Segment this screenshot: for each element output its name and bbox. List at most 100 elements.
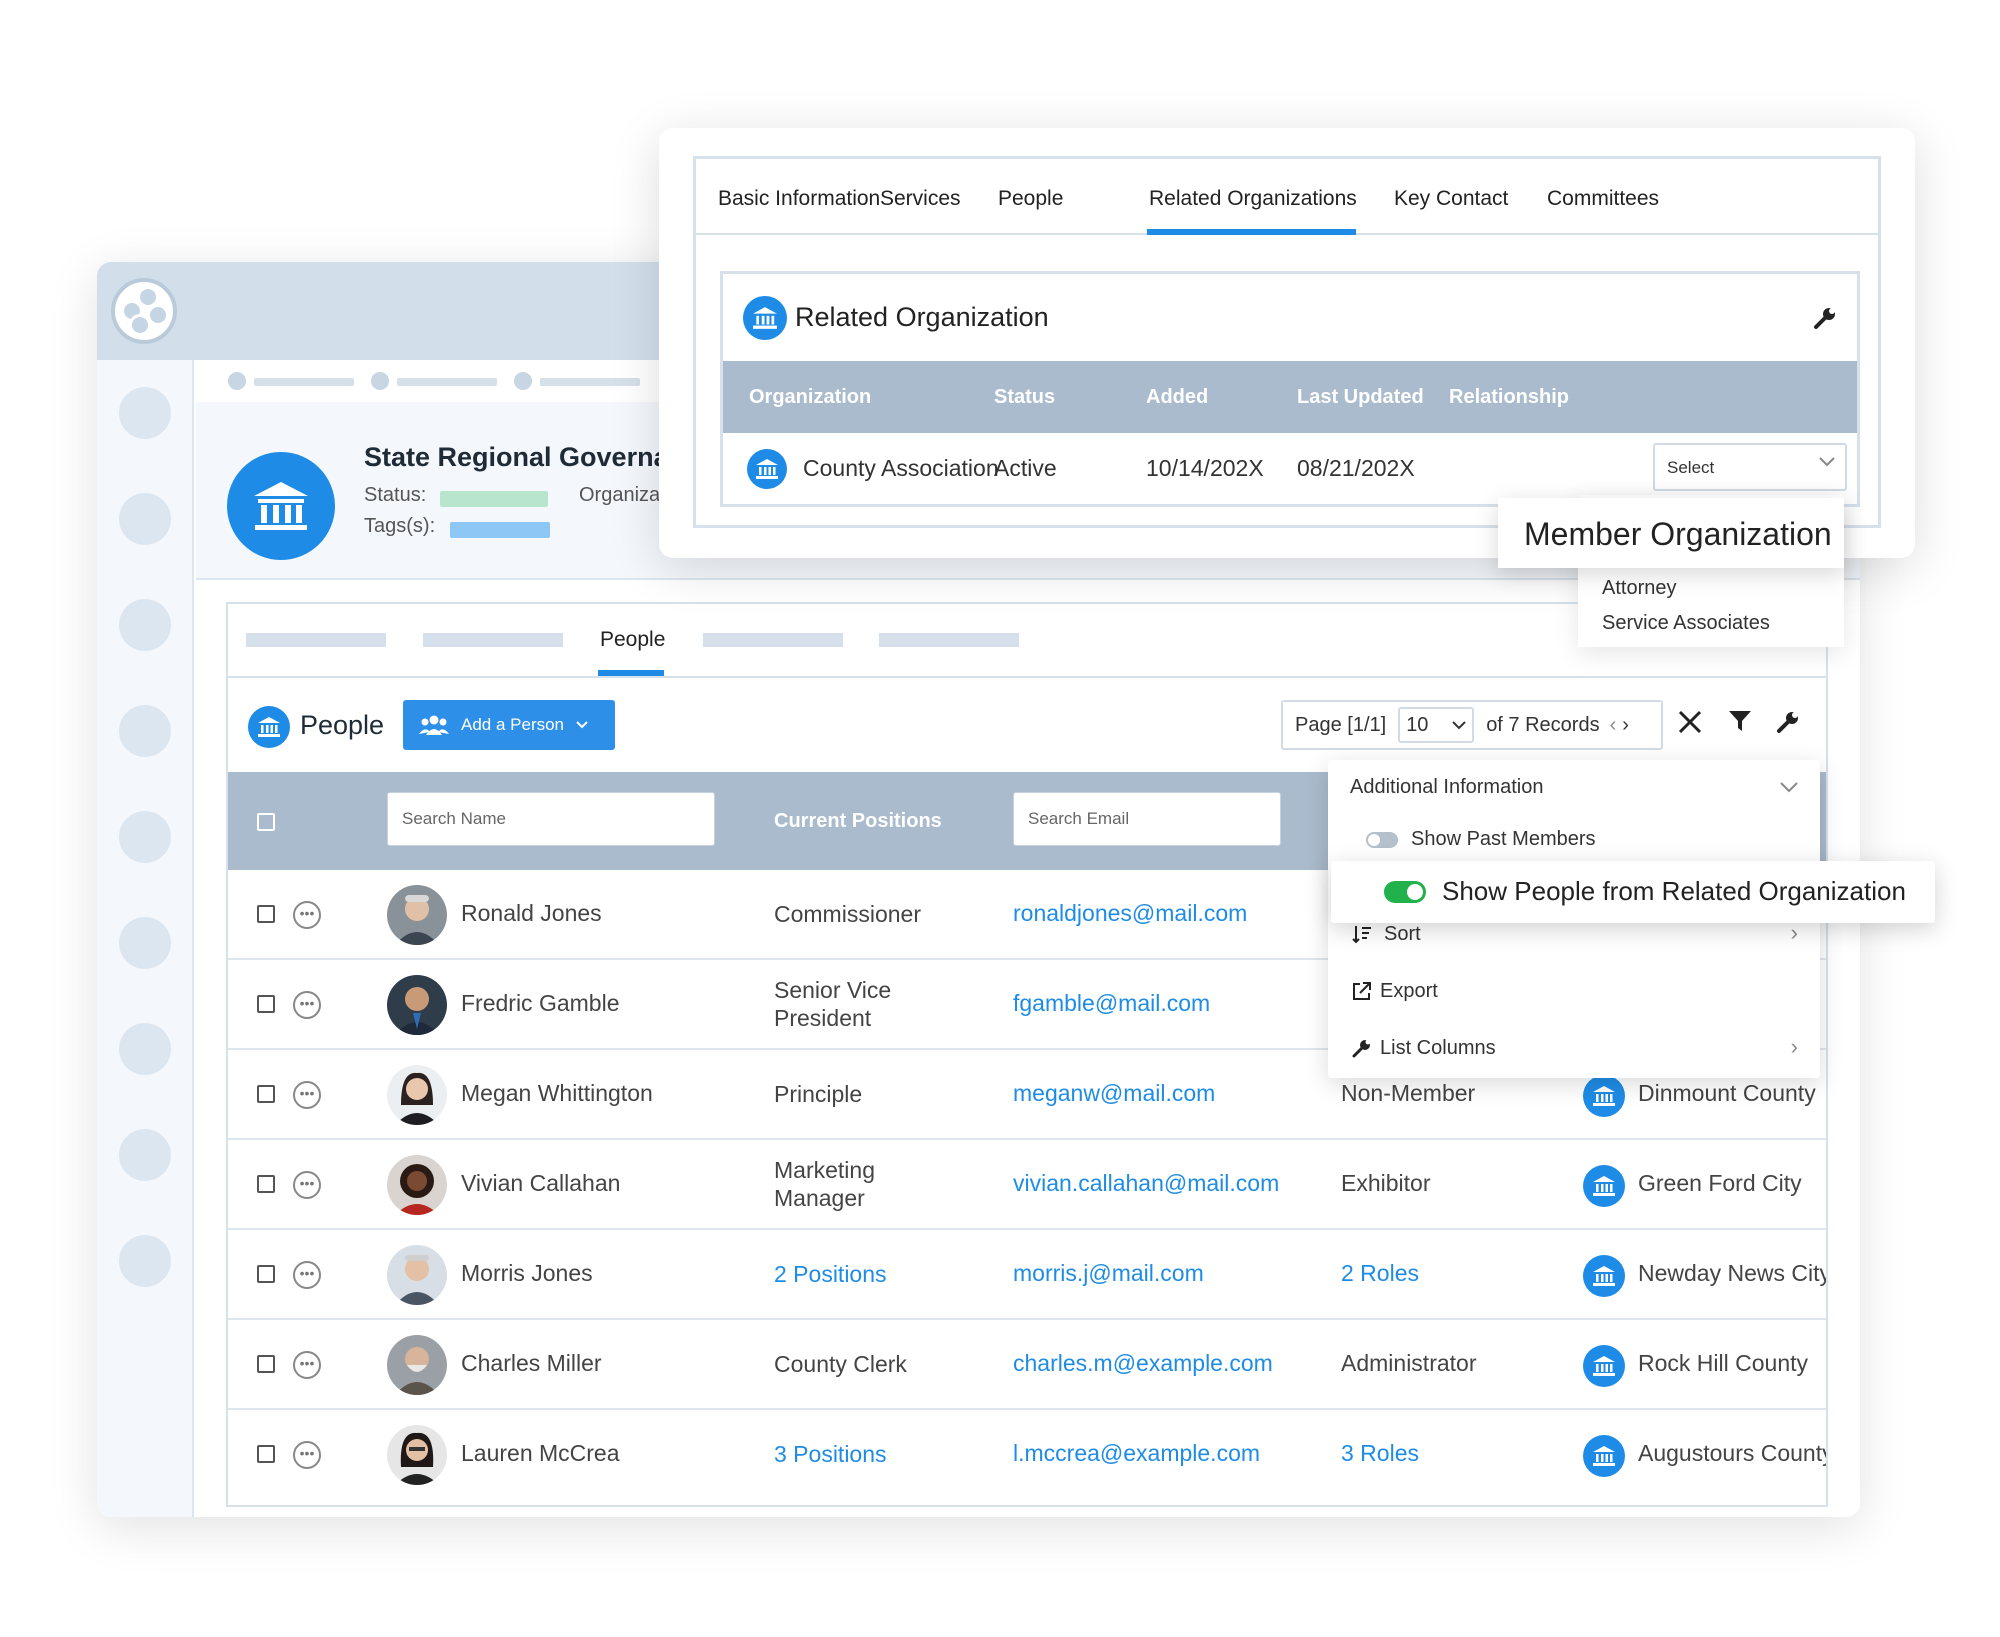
person-email-link[interactable]: ronaldjones@mail.com xyxy=(1013,900,1247,927)
tab-related-organizations[interactable]: Related Organizations xyxy=(1149,187,1357,211)
row-checkbox[interactable] xyxy=(257,1355,275,1373)
show-past-members-label: Show Past Members xyxy=(1411,828,1596,850)
tab-placeholder[interactable] xyxy=(703,633,843,647)
row-checkbox[interactable] xyxy=(257,1445,275,1463)
relationship-option[interactable]: Service Associates xyxy=(1602,612,1770,635)
person-email-link[interactable]: vivian.callahan@mail.com xyxy=(1013,1170,1279,1197)
chevron-right-icon: › xyxy=(1790,1034,1798,1059)
person-name: Vivian Callahan xyxy=(461,1170,621,1196)
institution-icon xyxy=(747,449,787,489)
app-logo-icon[interactable] xyxy=(111,278,177,344)
page-size-value: 10 xyxy=(1406,713,1429,736)
filter-icon[interactable] xyxy=(1728,710,1752,732)
wrench-icon[interactable] xyxy=(1776,710,1800,734)
wrench-icon[interactable] xyxy=(1813,306,1837,330)
person-position: County Clerk xyxy=(774,1351,907,1377)
person-position: Marketing Manager xyxy=(774,1157,875,1211)
relationship-option-highlighted[interactable]: Member Organization xyxy=(1498,498,1844,568)
roles-link[interactable]: 2 Roles xyxy=(1341,1260,1419,1287)
tab-placeholder[interactable] xyxy=(879,633,1019,647)
more-options-icon[interactable]: ••• xyxy=(293,1081,321,1109)
avatar xyxy=(387,1155,447,1215)
add-person-label: Add a Person xyxy=(461,715,565,734)
relationship-option[interactable]: Attorney xyxy=(1602,577,1676,600)
col-organization: Organization xyxy=(749,386,872,408)
institution-icon xyxy=(248,706,290,748)
table-row[interactable]: ••• Lauren McCrea 3 Positions l.mccrea@e… xyxy=(228,1410,1826,1500)
close-x-icon[interactable] xyxy=(1678,710,1702,734)
positions-link[interactable]: 2 Positions xyxy=(774,1260,887,1288)
add-person-button[interactable]: Add a Person xyxy=(403,700,615,750)
tab-people[interactable]: People xyxy=(600,628,665,652)
select-all-checkbox[interactable] xyxy=(257,813,275,831)
avatar xyxy=(387,1065,447,1125)
related-org-status: Active xyxy=(994,455,1057,481)
tab-placeholder[interactable] xyxy=(246,633,386,647)
related-org-toggle-row[interactable]: Show People from Related Organization xyxy=(1331,861,1935,923)
search-name-input[interactable]: Search Name xyxy=(387,792,715,846)
person-email-link[interactable]: charles.m@example.com xyxy=(1013,1350,1273,1377)
chevron-down-icon[interactable] xyxy=(1780,782,1798,793)
sidebar-nav-icon[interactable] xyxy=(119,705,171,757)
tab-placeholder[interactable] xyxy=(423,633,563,647)
show-past-members-toggle[interactable] xyxy=(1366,832,1398,848)
sidebar-nav-icon[interactable] xyxy=(119,493,171,545)
row-checkbox[interactable] xyxy=(257,995,275,1013)
person-name: Megan Whittington xyxy=(461,1080,653,1106)
table-row[interactable]: ••• Charles Miller County Clerk charles.… xyxy=(228,1320,1826,1410)
person-email-link[interactable]: l.mccrea@example.com xyxy=(1013,1440,1260,1467)
sort-icon xyxy=(1352,926,1371,944)
more-options-icon[interactable]: ••• xyxy=(293,1171,321,1199)
export-item[interactable]: Export xyxy=(1380,980,1438,1003)
more-options-icon[interactable]: ••• xyxy=(293,1261,321,1289)
list-columns-item[interactable]: List Columns xyxy=(1380,1037,1496,1060)
tab-basic-information[interactable]: Basic Information xyxy=(718,187,880,211)
org-name: State Regional Governa xyxy=(364,442,669,472)
tab-key-contact[interactable]: Key Contact xyxy=(1394,187,1508,211)
page-size-select[interactable]: 10 xyxy=(1398,707,1475,743)
next-page-icon[interactable]: › xyxy=(1622,714,1629,737)
table-row[interactable]: ••• Vivian Callahan Marketing Manager viv… xyxy=(228,1140,1826,1230)
more-options-icon[interactable]: ••• xyxy=(293,901,321,929)
more-options-icon[interactable]: ••• xyxy=(293,1441,321,1469)
positions-link[interactable]: 3 Positions xyxy=(774,1440,887,1468)
sidebar-nav-icon[interactable] xyxy=(119,1235,171,1287)
positions-header: Current Positions xyxy=(774,810,942,832)
row-checkbox[interactable] xyxy=(257,1175,275,1193)
additional-info-item[interactable]: Additional Information xyxy=(1350,776,1543,799)
row-checkbox[interactable] xyxy=(257,905,275,923)
col-relationship: Relationship xyxy=(1449,386,1570,408)
person-name: Fredric Gamble xyxy=(461,990,620,1016)
institution-icon xyxy=(1583,1255,1625,1297)
row-checkbox[interactable] xyxy=(257,1265,275,1283)
sidebar-nav-icon[interactable] xyxy=(119,387,171,439)
person-organization: Newday News City xyxy=(1638,1260,1826,1286)
institution-icon xyxy=(1583,1345,1625,1387)
sidebar-nav-icon[interactable] xyxy=(119,599,171,651)
table-row[interactable]: ••• Morris Jones 2 Positions morris.j@ma… xyxy=(228,1230,1826,1320)
row-checkbox[interactable] xyxy=(257,1085,275,1103)
tab-people[interactable]: People xyxy=(998,187,1063,211)
sidebar-nav-icon[interactable] xyxy=(119,917,171,969)
tab-services[interactable]: Services xyxy=(880,187,961,211)
tab-committees[interactable]: Committees xyxy=(1547,187,1659,211)
avatar xyxy=(387,885,447,945)
person-email-link[interactable]: fgamble@mail.com xyxy=(1013,990,1210,1017)
relationship-select[interactable]: Select xyxy=(1653,443,1847,491)
roles-link[interactable]: 3 Roles xyxy=(1341,1440,1419,1467)
more-options-icon[interactable]: ••• xyxy=(293,1351,321,1379)
person-position: Commissioner xyxy=(774,901,921,927)
person-email-link[interactable]: morris.j@mail.com xyxy=(1013,1260,1204,1287)
person-email-link[interactable]: meganw@mail.com xyxy=(1013,1080,1215,1107)
search-email-input[interactable]: Search Email xyxy=(1013,792,1281,846)
institution-icon xyxy=(1583,1165,1625,1207)
sidebar-nav-icon[interactable] xyxy=(119,1129,171,1181)
prev-page-icon[interactable]: ‹ xyxy=(1610,714,1617,737)
institution-icon xyxy=(1583,1075,1625,1117)
sort-item[interactable]: Sort xyxy=(1384,923,1421,946)
sidebar xyxy=(97,360,194,1517)
more-options-icon[interactable]: ••• xyxy=(293,991,321,1019)
sidebar-nav-icon[interactable] xyxy=(119,811,171,863)
show-related-toggle[interactable] xyxy=(1384,881,1426,903)
sidebar-nav-icon[interactable] xyxy=(119,1023,171,1075)
